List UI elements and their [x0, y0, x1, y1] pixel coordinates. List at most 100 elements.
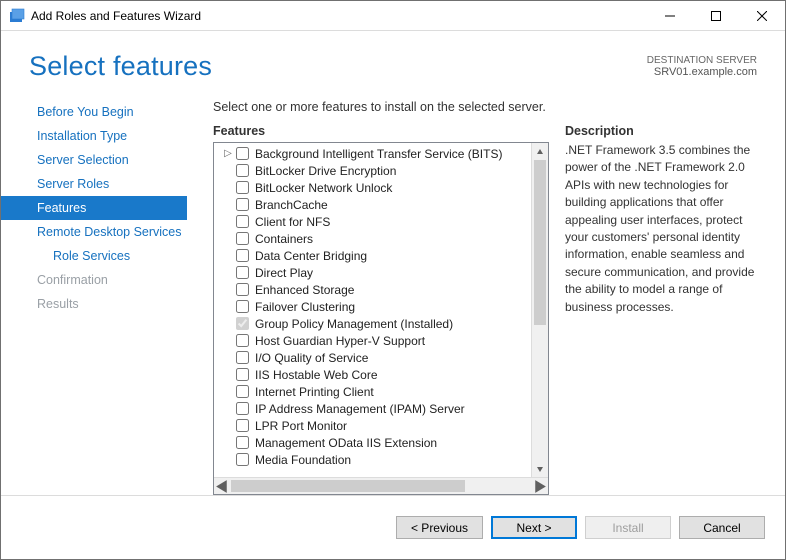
- feature-row[interactable]: Enhanced Storage: [214, 281, 531, 298]
- feature-label: Group Policy Management (Installed): [255, 317, 453, 331]
- nav-item-server-roles[interactable]: Server Roles: [1, 172, 187, 196]
- feature-row[interactable]: Data Center Bridging: [214, 247, 531, 264]
- feature-checkbox[interactable]: [236, 368, 249, 381]
- feature-checkbox[interactable]: [236, 198, 249, 211]
- feature-row[interactable]: LPR Port Monitor: [214, 417, 531, 434]
- feature-label: BranchCache: [255, 198, 328, 212]
- scroll-left-button[interactable]: [214, 478, 231, 494]
- feature-label: Background Intelligent Transfer Service …: [255, 147, 502, 161]
- feature-label: BitLocker Drive Encryption: [255, 164, 396, 178]
- feature-row[interactable]: Failover Clustering: [214, 298, 531, 315]
- features-tree[interactable]: ▷ Background Intelligent Transfer Service…: [213, 142, 549, 495]
- feature-row[interactable]: Direct Play: [214, 264, 531, 281]
- feature-label: IP Address Management (IPAM) Server: [255, 402, 465, 416]
- feature-row[interactable]: Media Foundation: [214, 451, 531, 468]
- destination-server-label: DESTINATION SERVER: [647, 55, 757, 66]
- feature-row[interactable]: BitLocker Drive Encryption: [214, 162, 531, 179]
- vertical-scrollbar[interactable]: [531, 143, 548, 477]
- feature-checkbox[interactable]: [236, 147, 249, 160]
- nav-item-role-services[interactable]: Role Services: [1, 244, 187, 268]
- wizard-footer: < Previous Next > Install Cancel: [1, 495, 785, 559]
- feature-checkbox[interactable]: [236, 164, 249, 177]
- nav-item-server-selection[interactable]: Server Selection: [1, 148, 187, 172]
- features-label: Features: [213, 124, 549, 138]
- destination-server-value: SRV01.example.com: [647, 66, 757, 78]
- feature-row[interactable]: Group Policy Management (Installed): [214, 315, 531, 332]
- feature-checkbox[interactable]: [236, 419, 249, 432]
- feature-label: Media Foundation: [255, 453, 351, 467]
- close-button[interactable]: [739, 1, 785, 31]
- nav-item-before-you-begin[interactable]: Before You Begin: [1, 100, 187, 124]
- feature-label: Management OData IIS Extension: [255, 436, 437, 450]
- feature-checkbox[interactable]: [236, 453, 249, 466]
- maximize-button[interactable]: [693, 1, 739, 31]
- description-column: Description .NET Framework 3.5 combines …: [565, 124, 777, 495]
- feature-label: Failover Clustering: [255, 300, 355, 314]
- vertical-scroll-thumb[interactable]: [534, 160, 546, 325]
- destination-server-block: DESTINATION SERVER SRV01.example.com: [647, 55, 757, 78]
- feature-row[interactable]: Host Guardian Hyper-V Support: [214, 332, 531, 349]
- content-columns: Features ▷ Background Intelligent Transfe…: [213, 124, 777, 495]
- feature-checkbox[interactable]: [236, 300, 249, 313]
- feature-checkbox[interactable]: [236, 351, 249, 364]
- feature-checkbox[interactable]: [236, 181, 249, 194]
- nav-item-results: Results: [1, 292, 187, 316]
- instruction-text: Select one or more features to install o…: [213, 100, 777, 114]
- cancel-button[interactable]: Cancel: [679, 516, 765, 539]
- feature-label: LPR Port Monitor: [255, 419, 347, 433]
- feature-row[interactable]: IIS Hostable Web Core: [214, 366, 531, 383]
- feature-label: I/O Quality of Service: [255, 351, 368, 365]
- feature-label: Direct Play: [255, 266, 313, 280]
- features-column: Features ▷ Background Intelligent Transfe…: [213, 124, 549, 495]
- feature-row[interactable]: Internet Printing Client: [214, 383, 531, 400]
- feature-checkbox[interactable]: [236, 232, 249, 245]
- feature-checkbox[interactable]: [236, 249, 249, 262]
- window-title: Add Roles and Features Wizard: [31, 9, 201, 23]
- feature-row[interactable]: I/O Quality of Service: [214, 349, 531, 366]
- titlebar: Add Roles and Features Wizard: [1, 1, 785, 31]
- previous-button[interactable]: < Previous: [396, 516, 483, 539]
- wizard-body: Before You BeginInstallation TypeServer …: [1, 94, 785, 495]
- features-tree-viewport: ▷ Background Intelligent Transfer Service…: [214, 143, 531, 477]
- horizontal-scrollbar[interactable]: [214, 477, 548, 494]
- wizard-window: Add Roles and Features Wizard Select fea…: [0, 0, 786, 560]
- horizontal-scroll-track[interactable]: [231, 478, 531, 494]
- feature-label: Enhanced Storage: [255, 283, 354, 297]
- feature-row[interactable]: Management OData IIS Extension: [214, 434, 531, 451]
- page-title: Select features: [29, 51, 212, 82]
- horizontal-scroll-thumb[interactable]: [231, 480, 465, 492]
- feature-checkbox[interactable]: [236, 334, 249, 347]
- expand-icon[interactable]: ▷: [222, 148, 234, 159]
- wizard-header: Select features DESTINATION SERVER SRV01…: [1, 31, 785, 94]
- wizard-main: Select one or more features to install o…: [187, 94, 785, 495]
- scroll-up-button[interactable]: [532, 143, 548, 160]
- app-icon: [9, 8, 25, 24]
- description-text: .NET Framework 3.5 combines the power of…: [565, 142, 757, 316]
- feature-label: IIS Hostable Web Core: [255, 368, 378, 382]
- feature-label: Data Center Bridging: [255, 249, 367, 263]
- feature-checkbox[interactable]: [236, 215, 249, 228]
- feature-row[interactable]: Client for NFS: [214, 213, 531, 230]
- feature-checkbox[interactable]: [236, 402, 249, 415]
- feature-row[interactable]: BranchCache: [214, 196, 531, 213]
- nav-item-features[interactable]: Features: [1, 196, 187, 220]
- description-label: Description: [565, 124, 757, 138]
- install-button[interactable]: Install: [585, 516, 671, 539]
- feature-row[interactable]: BitLocker Network Unlock: [214, 179, 531, 196]
- feature-checkbox[interactable]: [236, 385, 249, 398]
- feature-checkbox[interactable]: [236, 436, 249, 449]
- minimize-button[interactable]: [647, 1, 693, 31]
- feature-row[interactable]: ▷ Background Intelligent Transfer Service…: [214, 145, 531, 162]
- wizard-nav: Before You BeginInstallation TypeServer …: [1, 94, 187, 495]
- next-button[interactable]: Next >: [491, 516, 577, 539]
- feature-row[interactable]: IP Address Management (IPAM) Server: [214, 400, 531, 417]
- nav-item-installation-type[interactable]: Installation Type: [1, 124, 187, 148]
- feature-label: Containers: [255, 232, 313, 246]
- nav-item-remote-desktop-services[interactable]: Remote Desktop Services: [1, 220, 187, 244]
- scroll-down-button[interactable]: [532, 460, 548, 477]
- vertical-scroll-track[interactable]: [532, 160, 548, 460]
- feature-row[interactable]: Containers: [214, 230, 531, 247]
- feature-checkbox[interactable]: [236, 266, 249, 279]
- scroll-right-button[interactable]: [531, 478, 548, 494]
- feature-checkbox[interactable]: [236, 283, 249, 296]
